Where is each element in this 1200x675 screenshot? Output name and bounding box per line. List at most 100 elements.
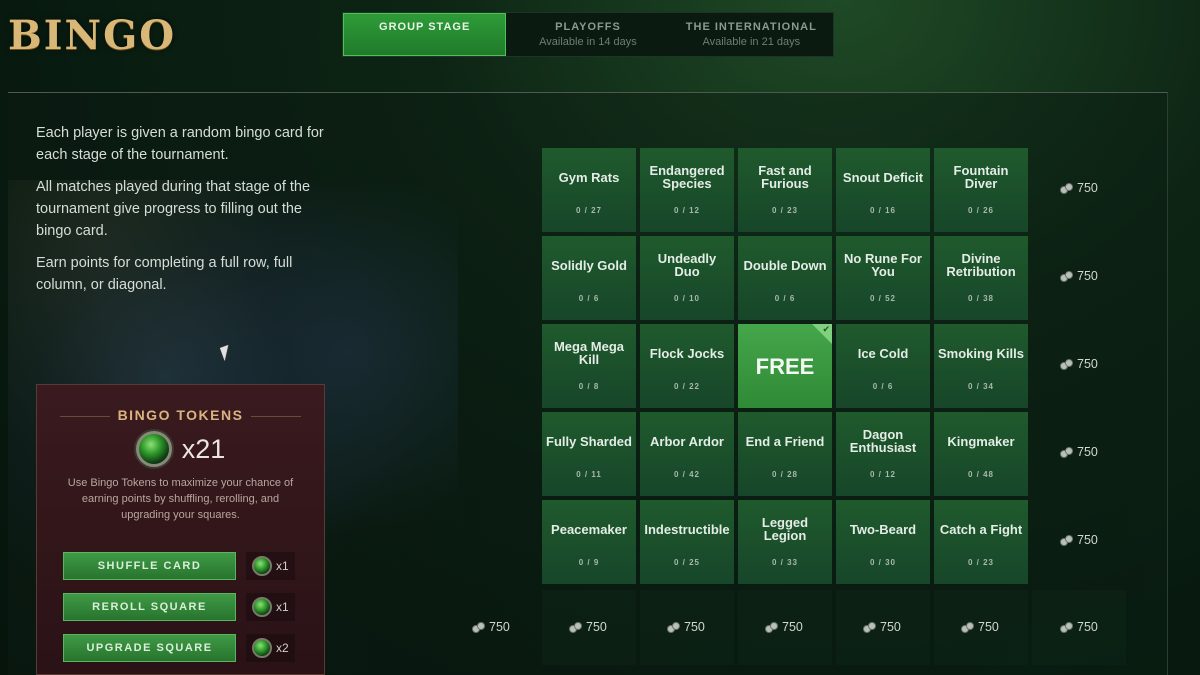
tab-playoffs[interactable]: PLAYOFFS Available in 14 days: [506, 13, 669, 56]
square-name: Smoking Kills: [938, 345, 1024, 361]
bingo-square[interactable]: Fast and Furious 0 / 23: [738, 148, 832, 232]
bingo-square[interactable]: Arbor Ardor 0 / 42: [640, 412, 734, 496]
bingo-square[interactable]: Ice Cold 0 / 6: [836, 324, 930, 408]
square-name: Peacemaker: [551, 521, 627, 537]
points-value: 750: [1077, 620, 1098, 634]
square-progress: 0 / 27: [575, 206, 602, 215]
square-progress: 0 / 6: [578, 294, 600, 303]
bingo-square[interactable]: Divine Retribution 0 / 38: [934, 236, 1028, 320]
square-name: Double Down: [743, 257, 827, 273]
checkmark-icon: ✔: [822, 324, 830, 334]
reroll-square-button[interactable]: REROLL SQUARE: [63, 593, 236, 621]
square-name: Endangered Species: [649, 163, 725, 191]
bingo-square[interactable]: Kingmaker 0 / 48: [934, 412, 1028, 496]
bingo-square[interactable]: Dagon Enthusiast 0 / 12: [836, 412, 930, 496]
bingo-square[interactable]: Undeadly Duo 0 / 10: [640, 236, 734, 320]
bingo-free-square[interactable]: FREE ✔: [738, 324, 832, 408]
cost-label: x1: [276, 600, 289, 614]
square-progress: 0 / 38: [967, 294, 994, 303]
square-name: Flock Jocks: [649, 345, 725, 361]
square-progress: 0 / 16: [869, 206, 896, 215]
points-value: 750: [1077, 357, 1098, 371]
shuffle-row: SHUFFLE CARD x1: [63, 552, 295, 580]
column-points: 750: [863, 620, 901, 634]
token-cost: x2: [246, 634, 295, 662]
column-points: 750: [765, 620, 803, 634]
points-icon: [765, 622, 778, 633]
bingo-square[interactable]: Solidly Gold 0 / 6: [542, 236, 636, 320]
bingo-square[interactable]: Mega Mega Kill 0 / 8: [542, 324, 636, 408]
bingo-tokens-panel: BINGO TOKENS x21 Use Bingo Tokens to max…: [36, 384, 325, 675]
bingo-square[interactable]: No Rune For You 0 / 52: [836, 236, 930, 320]
bingo-square[interactable]: Legged Legion 0 / 33: [738, 500, 832, 584]
bingo-square[interactable]: End a Friend 0 / 28: [738, 412, 832, 496]
bingo-square[interactable]: Snout Deficit 0 / 16: [836, 148, 930, 232]
tab-label: GROUP STAGE: [379, 21, 471, 33]
square-progress: 0 / 12: [673, 206, 700, 215]
square-progress: 0 / 23: [967, 558, 994, 567]
column-points: 750: [569, 620, 607, 634]
upgrade-row: UPGRADE SQUARE x2: [63, 634, 295, 662]
points-value: 750: [782, 620, 803, 634]
square-progress: 0 / 10: [673, 294, 700, 303]
bingo-square[interactable]: Indestructible 0 / 25: [640, 500, 734, 584]
square-name: Fountain Diver: [953, 163, 1009, 191]
column-points: 750: [667, 620, 705, 634]
square-name: Indestructible: [644, 521, 730, 537]
bingo-square[interactable]: Two-Beard 0 / 30: [836, 500, 930, 584]
upgrade-square-button[interactable]: UPGRADE SQUARE: [63, 634, 236, 662]
token-cost: x1: [246, 593, 295, 621]
page-title: BINGO: [8, 12, 177, 59]
stage-tabs: GROUP STAGE PLAYOFFS Available in 14 day…: [342, 12, 834, 57]
bingo-description: Each player is given a random bingo card…: [36, 122, 336, 306]
row-points: 750: [1060, 533, 1098, 547]
bingo-token-icon: [252, 638, 272, 658]
bingo-token-icon: [252, 597, 272, 617]
bingo-square[interactable]: Endangered Species 0 / 12: [640, 148, 734, 232]
square-progress: 0 / 8: [578, 382, 600, 391]
points-value: 750: [684, 620, 705, 634]
square-progress: 0 / 23: [771, 206, 798, 215]
square-progress: 0 / 11: [576, 470, 602, 479]
tokens-title: BINGO TOKENS: [37, 407, 324, 423]
square-name: Undeadly Duo: [657, 251, 717, 279]
square-name: No Rune For You: [844, 251, 922, 279]
square-name: Arbor Ardor: [650, 433, 724, 449]
bingo-square[interactable]: Gym Rats 0 / 27: [542, 148, 636, 232]
bingo-square[interactable]: Smoking Kills 0 / 34: [934, 324, 1028, 408]
bingo-square[interactable]: Double Down 0 / 6: [738, 236, 832, 320]
square-progress: 0 / 12: [869, 470, 896, 479]
square-progress: 0 / 6: [872, 382, 894, 391]
points-icon: [569, 622, 582, 633]
row-points: 750: [1060, 269, 1098, 283]
points-icon: [1060, 183, 1073, 194]
square-name: Divine Retribution: [946, 251, 1016, 279]
column-points: 750: [961, 620, 999, 634]
description-paragraph: Earn points for completing a full row, f…: [36, 255, 293, 293]
shuffle-card-button[interactable]: SHUFFLE CARD: [63, 552, 236, 580]
tokens-description: Use Bingo Tokens to maximize your chance…: [67, 477, 294, 521]
bingo-square[interactable]: Catch a Fight 0 / 23: [934, 500, 1028, 584]
square-progress: 0 / 28: [771, 470, 798, 479]
diagonal-points: 750: [472, 620, 510, 634]
bingo-square[interactable]: Flock Jocks 0 / 22: [640, 324, 734, 408]
bingo-square[interactable]: Fountain Diver 0 / 26: [934, 148, 1028, 232]
row-points: 750: [1060, 181, 1098, 195]
square-name: Catch a Fight: [939, 521, 1023, 537]
square-name: Two-Beard: [849, 521, 917, 537]
square-name: End a Friend: [745, 433, 825, 449]
points-value: 750: [489, 620, 510, 634]
bingo-token-icon: [252, 556, 272, 576]
bingo-square[interactable]: Fully Sharded 0 / 11: [542, 412, 636, 496]
square-name: Kingmaker: [947, 433, 1015, 449]
bingo-token-icon: [135, 431, 172, 467]
tab-label: THE INTERNATIONAL: [685, 21, 817, 33]
bingo-square[interactable]: Peacemaker 0 / 9: [542, 500, 636, 584]
points-icon: [1060, 535, 1073, 546]
tab-availability: Available in 14 days: [539, 36, 637, 48]
token-cost: x1: [246, 552, 295, 580]
square-name: Fast and Furious: [758, 163, 812, 191]
description-paragraph: All matches played during that stage of …: [36, 179, 311, 239]
tab-group-stage[interactable]: GROUP STAGE: [343, 13, 507, 56]
tab-the-international[interactable]: THE INTERNATIONAL Available in 21 days: [670, 13, 833, 56]
